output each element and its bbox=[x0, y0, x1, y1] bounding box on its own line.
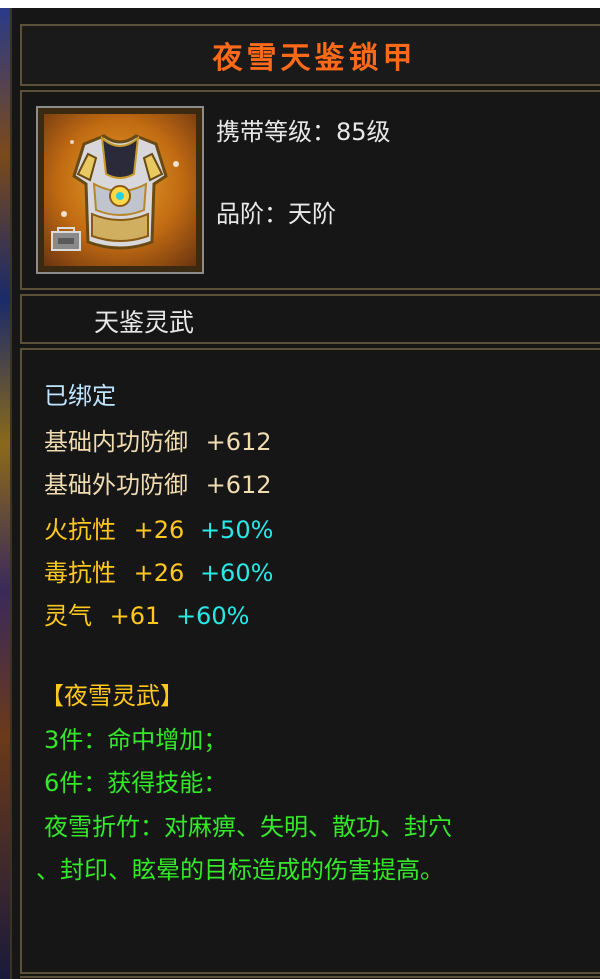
stat-value: +61 bbox=[109, 602, 161, 630]
item-info-box: 携带等级：85级 品阶：天阶 bbox=[20, 90, 600, 290]
armor-type-badge-icon bbox=[51, 227, 81, 251]
set-skill-description-line1: 夜雪折竹：对麻痹、失明、散功、封穴 bbox=[44, 813, 452, 841]
bound-status: 已绑定 bbox=[44, 382, 116, 410]
left-edge-strip bbox=[0, 8, 10, 979]
stat-label: 灵气 bbox=[44, 602, 92, 630]
item-icon-frame[interactable] bbox=[36, 106, 204, 274]
stat-label: 基础内功防御 bbox=[44, 428, 188, 456]
item-tooltip-panel: 夜雪天鉴锁甲 携带等级：85级 品阶：天阶 天鉴灵武 已绑定 基础内功防御 +6… bbox=[10, 8, 600, 979]
spirit-row: 灵气 +61 +60% bbox=[44, 596, 249, 631]
item-title-bar: 夜雪天鉴锁甲 bbox=[20, 24, 600, 86]
stat-value: +26 bbox=[133, 559, 185, 587]
stat-bonus: +60% bbox=[175, 602, 250, 630]
set-skill-description-line2: 、封印、眩晕的目标造成的伤害提高。 bbox=[36, 856, 444, 884]
stat-label: 火抗性 bbox=[44, 516, 116, 544]
stat-label: 毒抗性 bbox=[44, 559, 116, 587]
stat-bonus: +60% bbox=[199, 559, 274, 587]
panel-bottom-divider bbox=[20, 976, 600, 978]
set-bonus-3-piece: 3件：命中增加； bbox=[44, 726, 228, 754]
stat-label: 基础外功防御 bbox=[44, 471, 188, 499]
carry-level-label: 携带等级：85级 bbox=[216, 118, 391, 146]
set-name-row: 天鉴灵武 bbox=[20, 294, 600, 344]
poison-resistance-row: 毒抗性 +26 +60% bbox=[44, 553, 273, 588]
stat-value: +26 bbox=[133, 516, 185, 544]
fire-resistance-row: 火抗性 +26 +50% bbox=[44, 510, 273, 545]
set-bonus-6-piece: 6件：获得技能： bbox=[44, 769, 228, 797]
stat-bonus: +50% bbox=[199, 516, 274, 544]
item-name: 夜雪天鉴锁甲 bbox=[212, 41, 417, 76]
stat-value: +612 bbox=[205, 471, 272, 499]
base-outer-defense-row: 基础外功防御 +612 bbox=[44, 465, 272, 500]
grade-label: 品阶：天阶 bbox=[216, 200, 336, 228]
set-name: 天鉴灵武 bbox=[94, 308, 195, 337]
stat-value: +612 bbox=[205, 428, 272, 456]
base-inner-defense-row: 基础内功防御 +612 bbox=[44, 422, 272, 457]
item-stats-box: 已绑定 基础内功防御 +612 基础外功防御 +612 火抗性 +26 +50%… bbox=[20, 348, 600, 974]
set-bonus-title: 【夜雪灵武】 bbox=[40, 682, 184, 710]
